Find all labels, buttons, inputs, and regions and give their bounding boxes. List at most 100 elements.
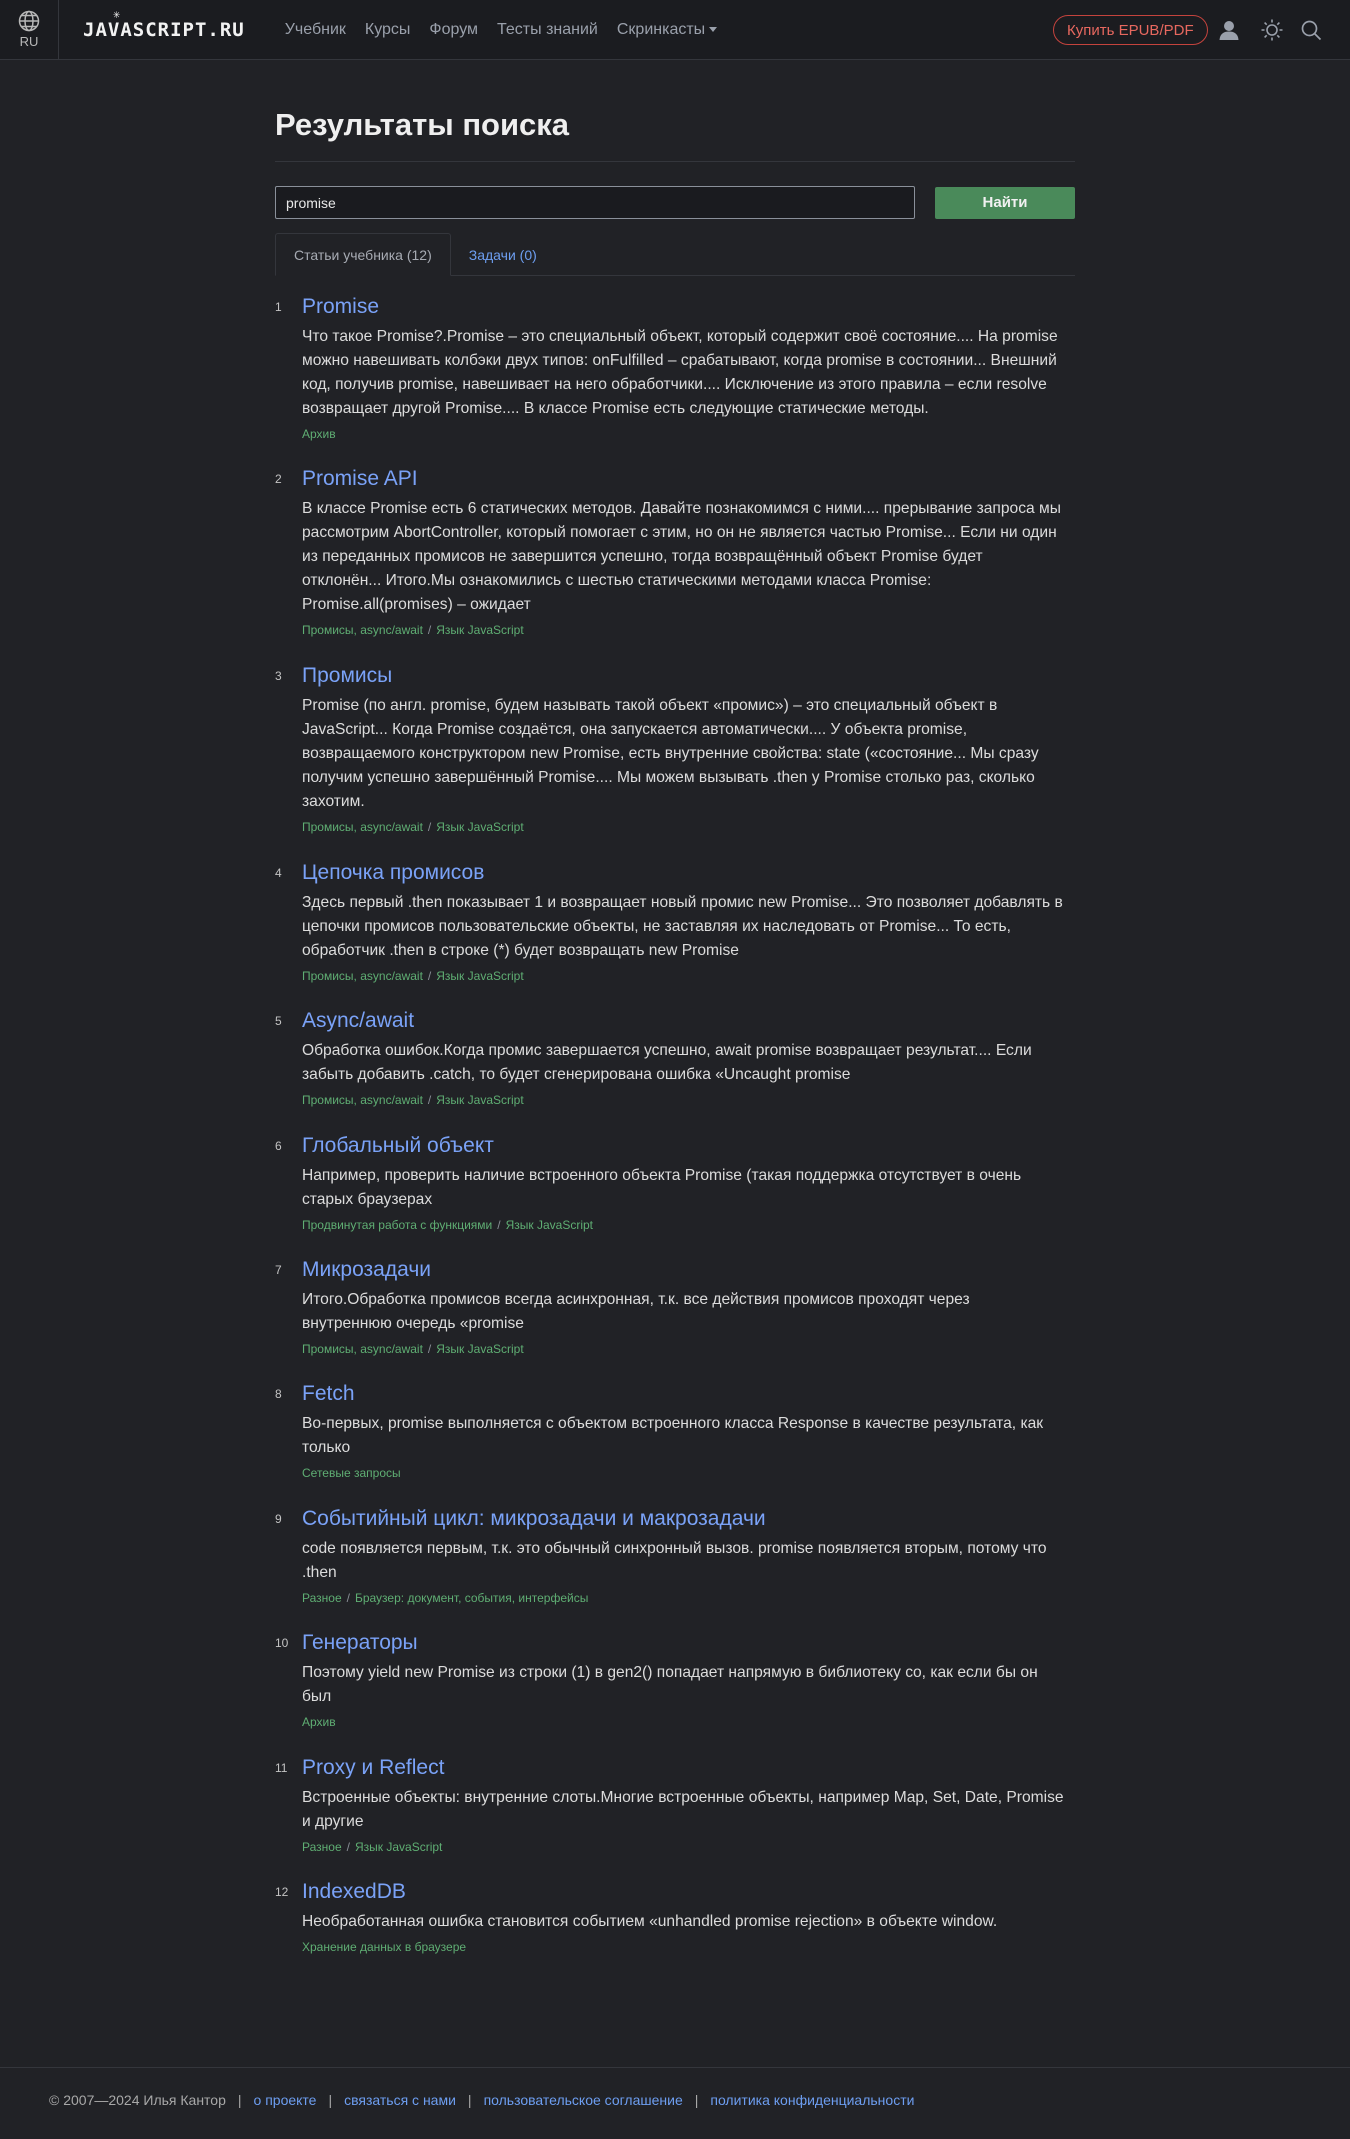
breadcrumb-link[interactable]: Язык JavaScript [436, 623, 523, 637]
result-breadcrumb: Сетевые запросы [302, 1464, 1075, 1482]
result-number: 10 [275, 1636, 289, 1650]
result-number: 1 [275, 300, 282, 314]
search-result-item: 2 Promise API В классе Promise есть 6 стат… [275, 464, 1075, 639]
breadcrumb-link[interactable]: Промисы, async/await [302, 1093, 423, 1107]
result-title-link[interactable]: Микрозадачи [302, 1255, 1075, 1285]
result-snippet: Поэтому yield new Promise из строки (1) … [302, 1664, 1038, 1705]
breadcrumb-link[interactable]: Язык JavaScript [355, 1840, 442, 1854]
result-title-link[interactable]: Генераторы [302, 1628, 1075, 1658]
breadcrumb-link[interactable]: Язык JavaScript [506, 1218, 593, 1232]
breadcrumb-separator: / [497, 1218, 501, 1232]
result-breadcrumb: Разное / Браузер: документ, события, интер… [302, 1589, 1075, 1607]
result-breadcrumb: Продвинутая работа с функциями / Язык Java… [302, 1216, 1075, 1234]
breadcrumb-link[interactable]: Сетевые запросы [302, 1466, 401, 1480]
breadcrumb-link[interactable]: Браузер: документ, события, интерфейсы [355, 1591, 588, 1605]
breadcrumb-link[interactable]: Хранение данных в браузере [302, 1940, 466, 1954]
breadcrumb-separator: / [427, 969, 432, 983]
result-breadcrumb: Промисы, async/await / Язык JavaScript [302, 621, 1075, 639]
nav-tests[interactable]: Тесты знаний [497, 21, 598, 39]
page-title: Результаты поиска [275, 107, 1075, 162]
search-button[interactable]: Найти [935, 186, 1075, 219]
result-number: 8 [275, 1387, 282, 1401]
result-number: 3 [275, 669, 282, 683]
result-snippet: Необработанная ошибка становится событие… [302, 1913, 998, 1930]
tab-articles[interactable]: Статьи учебника (12) [275, 233, 451, 276]
top-bar: RU ✳ JAVASCRIPT.RU Учебник Курсы Форум Т… [0, 0, 1350, 60]
footer-link-about[interactable]: о проекте [254, 2092, 317, 2108]
search-result-item: 7 Микрозадачи Итого.Обработка промисов все… [275, 1255, 1075, 1358]
theme-icon[interactable] [1258, 16, 1286, 44]
footer: © 2007—2024 Илья Кантор | о проекте | св… [0, 2067, 1350, 2139]
globe-icon [18, 10, 40, 32]
logo-spark-icon: ✳ [113, 6, 122, 21]
result-snippet: Итого.Обработка промисов всегда асинхрон… [302, 1291, 970, 1332]
result-number: 11 [275, 1761, 288, 1775]
breadcrumb-separator: / [427, 1093, 432, 1107]
breadcrumb-link[interactable]: Язык JavaScript [436, 1093, 523, 1107]
search-result-item: 8 Fetch Во-первых, promise выполняется с о… [275, 1379, 1075, 1482]
result-snippet: Promise (по англ. promise, будем называт… [302, 697, 1039, 810]
result-snippet: Встроенные объекты: внутренние слоты.Мно… [302, 1789, 1064, 1830]
search-result-item: 12 IndexedDB Необработанная ошибка станови… [275, 1877, 1075, 1956]
breadcrumb-link[interactable]: Язык JavaScript [436, 1342, 523, 1356]
site-logo[interactable]: ✳ JAVASCRIPT.RU [83, 7, 245, 41]
buy-epub-pdf-button[interactable]: Купить EPUB/PDF [1053, 15, 1208, 45]
result-breadcrumb: Промисы, async/await / Язык JavaScript [302, 818, 1075, 836]
result-snippet: В классе Promise есть 6 статических мето… [302, 500, 1061, 613]
result-number: 9 [275, 1512, 282, 1526]
nav-tutorial[interactable]: Учебник [285, 21, 346, 39]
breadcrumb-link[interactable]: Промисы, async/await [302, 1342, 423, 1356]
breadcrumb-link[interactable]: Архив [302, 1715, 336, 1729]
breadcrumb-link[interactable]: Промисы, async/await [302, 623, 423, 637]
result-number: 4 [275, 866, 282, 880]
footer-link-privacy[interactable]: политика конфиденциальности [710, 2092, 914, 2108]
breadcrumb-link[interactable]: Разное [302, 1591, 342, 1605]
breadcrumb-link[interactable]: Язык JavaScript [436, 969, 523, 983]
footer-separator: | [328, 2091, 333, 2108]
result-title-link[interactable]: Fetch [302, 1379, 1075, 1409]
result-breadcrumb: Промисы, async/await / Язык JavaScript [302, 1091, 1075, 1109]
footer-link-contact[interactable]: связаться с нами [344, 2092, 456, 2108]
result-title-link[interactable]: Глобальный объект [302, 1131, 1075, 1161]
nav-forum[interactable]: Форум [429, 21, 478, 39]
result-title-link[interactable]: Async/await [302, 1006, 1075, 1036]
result-snippet: Что такое Promise?.Promise – это специал… [302, 328, 1058, 417]
nav-courses[interactable]: Курсы [365, 21, 411, 39]
search-results: 1 Promise Что такое Promise?.Promise – это… [275, 292, 1075, 1956]
breadcrumb-link[interactable]: Язык JavaScript [436, 820, 523, 834]
breadcrumb-link[interactable]: Промисы, async/await [302, 969, 423, 983]
search-icon[interactable] [1297, 16, 1325, 44]
result-title-link[interactable]: Promise API [302, 464, 1075, 494]
footer-separator: | [237, 2091, 242, 2108]
breadcrumb-link[interactable]: Продвинутая работа с функциями [302, 1218, 492, 1232]
search-input[interactable] [275, 186, 915, 219]
breadcrumb-separator: / [346, 1840, 350, 1854]
breadcrumb-link[interactable]: Промисы, async/await [302, 820, 423, 834]
result-breadcrumb: Промисы, async/await / Язык JavaScript [302, 967, 1075, 985]
footer-link-terms[interactable]: пользовательское соглашение [484, 2092, 683, 2108]
breadcrumb-link[interactable]: Разное [302, 1840, 342, 1854]
footer-separator: | [467, 2091, 472, 2108]
result-title-link[interactable]: Promise [302, 292, 1075, 322]
tab-tasks[interactable]: Задачи (0) [451, 233, 555, 276]
result-number: 2 [275, 472, 282, 486]
user-icon[interactable] [1215, 16, 1243, 44]
language-switcher[interactable]: RU [0, 0, 59, 60]
result-snippet: Например, проверить наличие встроенного … [302, 1167, 1022, 1208]
search-result-item: 11 Proxy и Reflect Встроенные объекты: вну… [275, 1753, 1075, 1856]
breadcrumb-separator: / [427, 820, 432, 834]
nav-screencasts-label: Скринкасты [616, 20, 706, 38]
result-snippet: Во-первых, promise выполняется с объекто… [302, 1415, 1044, 1456]
result-title-link[interactable]: Proxy и Reflect [302, 1753, 1075, 1783]
result-title-link[interactable]: IndexedDB [302, 1877, 1075, 1907]
nav-screencasts[interactable]: Скринкасты [616, 20, 718, 39]
result-title-link[interactable]: Промисы [302, 661, 1075, 691]
breadcrumb-separator: / [427, 1342, 432, 1356]
language-label: RU [19, 34, 39, 49]
result-title-link[interactable]: Событийный цикл: микрозадачи и макрозада… [302, 1504, 1075, 1534]
result-breadcrumb: Архив [302, 1713, 1075, 1731]
breadcrumb-link[interactable]: Архив [302, 427, 336, 441]
logo-text: JAVASCRIPT.RU [83, 18, 245, 41]
breadcrumb-separator: / [427, 623, 432, 637]
result-title-link[interactable]: Цепочка промисов [302, 858, 1075, 888]
